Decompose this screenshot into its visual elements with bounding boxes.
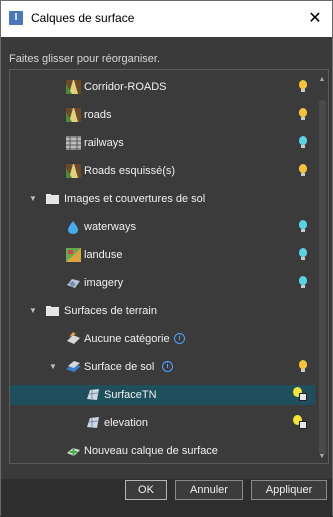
tree-item-label: elevation [104,417,149,429]
drag-hint: Faites glisser pour réorganiser. [9,53,161,65]
tree-item-label: waterways [84,221,136,233]
tree-item-label: roads [84,109,112,121]
lightbulb-selection-icon[interactable] [293,387,309,403]
tree-item-label: Corridor-ROADS [84,81,167,93]
app-icon: I [9,11,23,25]
folder-icon [46,306,59,316]
tree-item-landuse[interactable]: landuse [10,245,315,265]
lightbulb-selection-icon[interactable] [293,415,309,431]
sketched-road-icon [66,164,81,178]
tree-group-images[interactable]: ▼ Images et couvertures de sol [10,189,315,209]
tree-item-ground-surface[interactable]: ▼ Surface de sol i [10,357,315,377]
lightbulb-icon[interactable] [299,164,307,177]
surface-category-icon [67,332,80,344]
new-surface-layer-label: Nouveau calque de surface [84,445,218,457]
lightbulb-icon[interactable] [299,80,307,93]
lightbulb-icon[interactable] [299,108,307,121]
tree-group-label: Surfaces de terrain [64,305,157,317]
dialog-title: Calques de surface [31,11,135,25]
tree-item-corridor-roads[interactable]: Corridor-ROADS [10,77,315,97]
railway-icon [66,136,81,150]
lightbulb-icon[interactable] [299,220,307,233]
tree-item-roads[interactable]: roads [10,105,315,125]
cancel-button[interactable]: Annuler [175,480,243,500]
tree-item-label: SurfaceTN [104,389,157,401]
tree-group-label: Images et couvertures de sol [64,193,206,205]
info-icon[interactable]: i [174,333,185,344]
collapse-toggle-icon[interactable]: ▼ [48,357,58,377]
scroll-down-icon[interactable]: ▼ [318,453,326,463]
terrain-surface-icon [87,417,99,428]
imagery-icon [67,279,80,288]
info-icon[interactable]: i [162,361,173,372]
tree-item-label: Surface de sol [84,361,155,373]
tree-item-waterways[interactable]: waterways [10,217,315,237]
road-corridor-icon [66,80,81,94]
lightbulb-icon[interactable] [299,276,307,289]
ok-button[interactable]: OK [125,480,167,500]
collapse-toggle-icon[interactable]: ▼ [28,189,38,209]
tree-item-imagery[interactable]: imagery [10,273,315,293]
lightbulb-icon[interactable] [299,136,307,149]
folder-icon [46,194,59,204]
ground-surface-icon [66,361,81,372]
new-surface-layer-item[interactable]: Nouveau calque de surface [10,441,315,461]
scroll-up-icon[interactable]: ▲ [318,76,326,86]
tree-item-roads-sketched[interactable]: Roads esquissé(s) [10,161,315,181]
water-drop-icon [68,221,78,234]
close-button[interactable]: ✕ [298,1,332,37]
tree-item-label: railways [84,137,124,149]
surface-layers-dialog: I Calques de surface ✕ Faites glisser po… [0,0,333,517]
tree-group-terrain-surfaces[interactable]: ▼ Surfaces de terrain [10,301,315,321]
tree-item-railways[interactable]: railways [10,133,315,153]
tree-item-label: imagery [84,277,124,289]
road-icon [66,108,81,122]
title-bar: I Calques de surface ✕ [1,1,332,37]
tree-item-surfacetn[interactable]: SurfaceTN [10,385,315,405]
layer-tree: Corridor-ROADS roads railways Roads esqu… [9,69,329,464]
new-surface-layer-icon [67,448,80,456]
landuse-icon [66,248,81,262]
tree-item-label: landuse [84,249,123,261]
collapse-toggle-icon[interactable]: ▼ [28,301,38,321]
lightbulb-icon[interactable] [299,248,307,261]
terrain-surface-icon [87,389,99,400]
tree-item-elevation[interactable]: elevation [10,413,315,433]
tree-item-label: Roads esquissé(s) [84,165,176,177]
lightbulb-icon[interactable] [299,360,307,373]
tree-item-no-category[interactable]: Aucune catégorie i [10,329,315,349]
apply-button[interactable]: Appliquer [251,480,327,500]
vertical-scrollbar[interactable] [319,100,326,455]
tree-item-label: Aucune catégorie [84,333,170,345]
